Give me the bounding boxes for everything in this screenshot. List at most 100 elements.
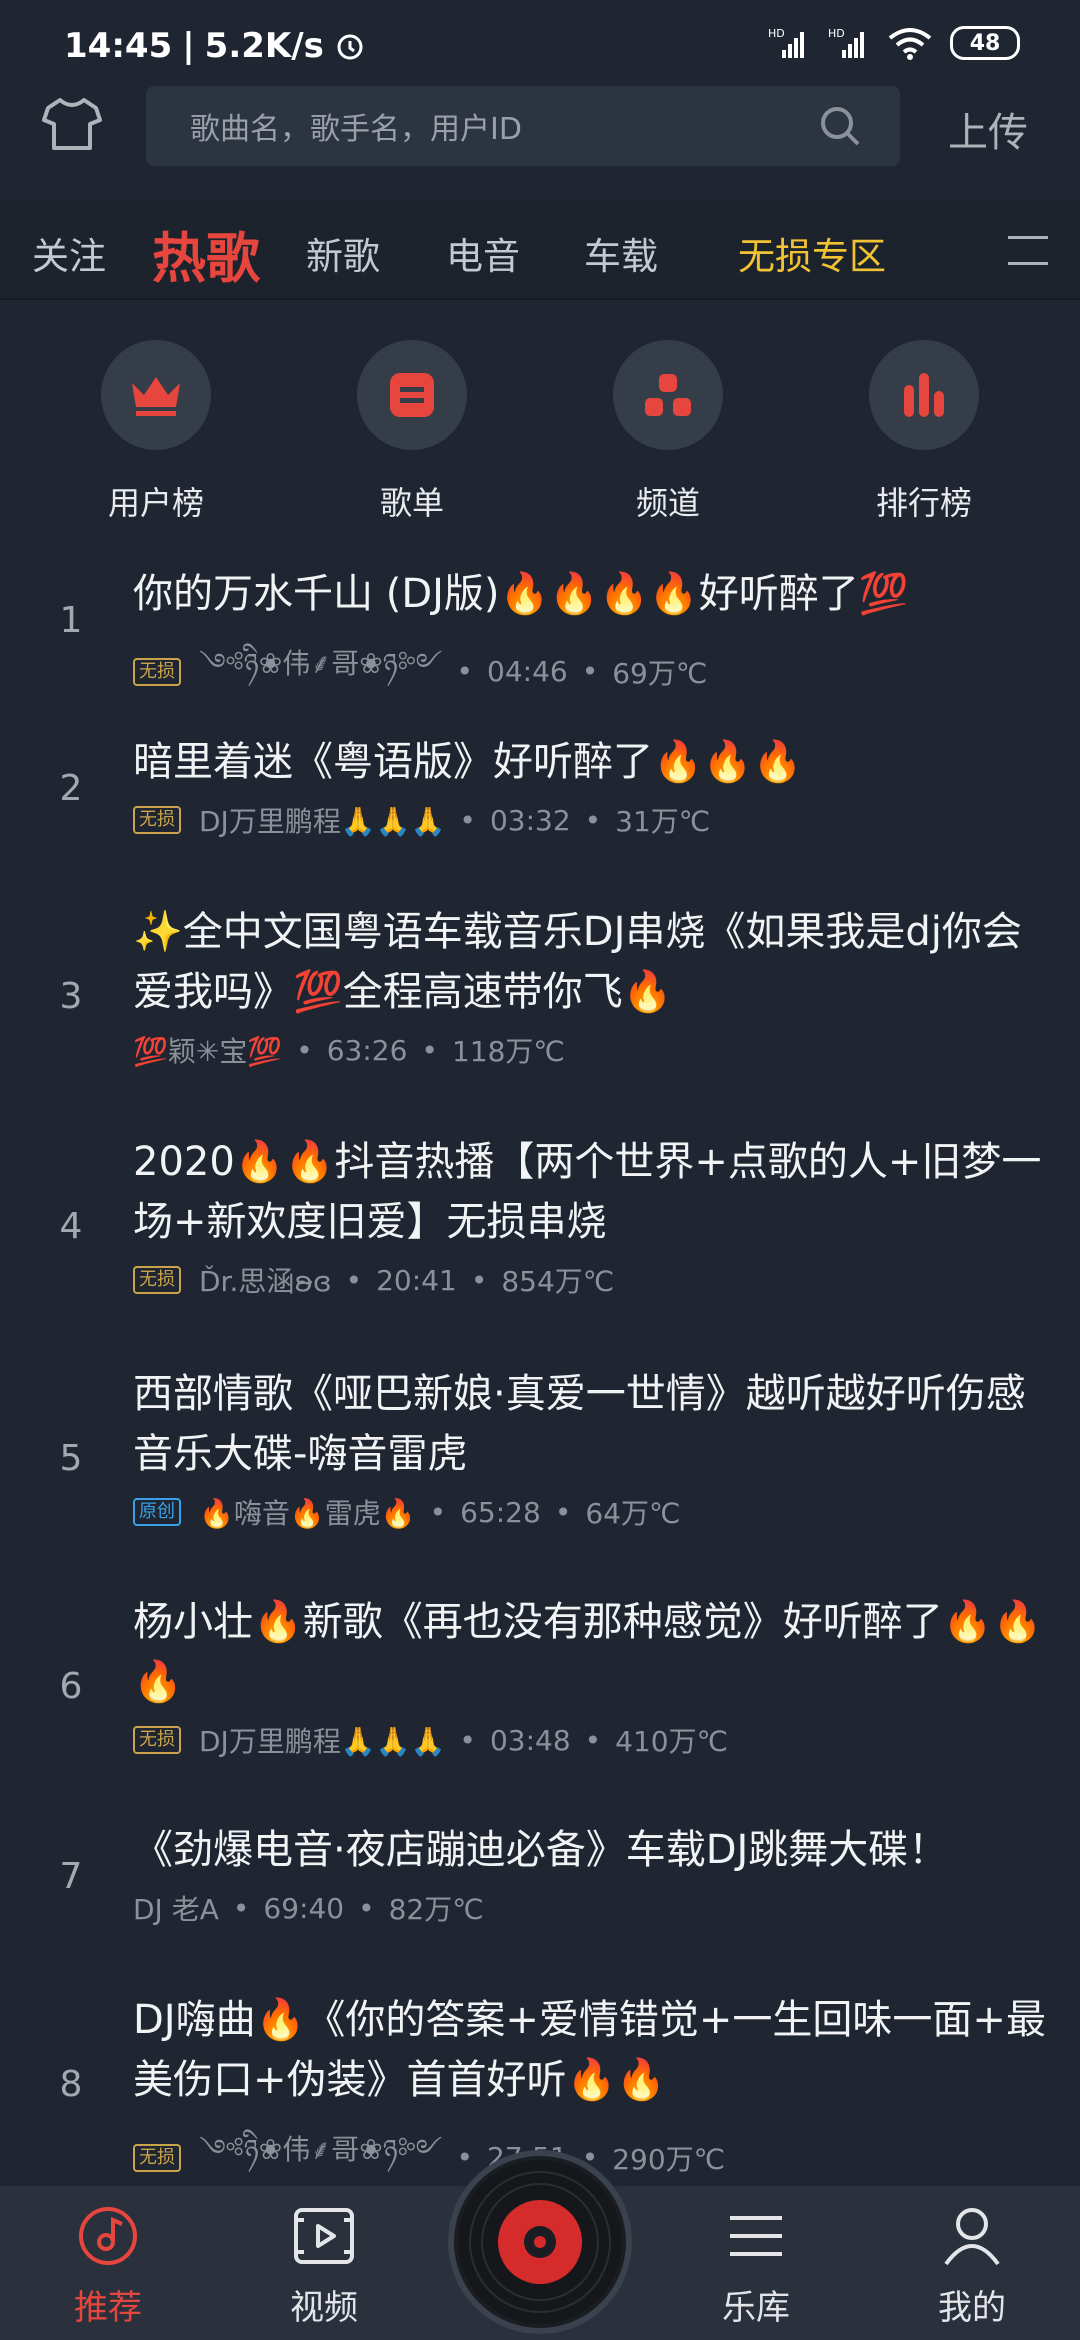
meta-dot: •	[296, 1033, 313, 1067]
nav-library[interactable]: 乐库	[686, 2186, 826, 2329]
status-bar: 14:45 | 5.2K/s HD HD 48	[0, 0, 1080, 90]
song-duration: 63:26	[326, 1033, 408, 1067]
song-row-1[interactable]: 1 你的万水千山 (DJ版)🔥🔥🔥🔥好听醉了💯 无损 ༺ཉི❀伟⸙哥❀ཉ༻ • …	[0, 560, 1080, 690]
song-row-2[interactable]: 2 暗里着迷《粤语版》好听醉了🔥🔥🔥 无损 DJ万里鹏程🙏🙏🙏 • 03:32 …	[0, 732, 1080, 852]
meta-dot: •	[421, 1033, 438, 1067]
song-row-4[interactable]: 4 2020🔥🔥抖音热播【两个世界+点歌的人+旧梦一场+新欢度旧爱】无损串烧 无…	[0, 1132, 1080, 1322]
meta-dot: •	[232, 1891, 250, 1925]
tshirt-icon[interactable]	[42, 96, 102, 152]
meta-dot: •	[456, 655, 473, 688]
song-plays: 854万℃	[501, 1265, 615, 1298]
music-disc-icon	[79, 2207, 137, 2265]
status-time: 14:45	[64, 26, 173, 66]
song-meta: 无损 DJ万里鹏程🙏🙏🙏 • 03:32 • 31万℃	[133, 800, 710, 840]
quick-channel[interactable]: 频道	[588, 340, 748, 524]
quick-circle	[869, 340, 979, 450]
meta-dot: •	[358, 1891, 375, 1925]
quick-circle	[357, 340, 467, 450]
search-icon[interactable]	[818, 104, 862, 148]
song-meta: 原创 🔥嗨音🔥雷虎🔥 • 65:28 • 64万℃	[133, 1492, 680, 1532]
song-plays: 410万℃	[615, 1725, 729, 1758]
tab-hot-songs[interactable]: 热歌	[152, 214, 260, 293]
tab-electronic[interactable]: 电音	[446, 226, 520, 280]
tab-follow[interactable]: 关注	[32, 226, 106, 280]
song-plays: 64万℃	[585, 1497, 681, 1530]
status-right: HD HD 48	[768, 26, 1020, 60]
user-icon	[944, 2208, 1000, 2266]
song-plays: 290万℃	[612, 2142, 726, 2176]
signal-icon: HD	[768, 27, 804, 58]
song-title: 2020🔥🔥抖音热播【两个世界+点歌的人+旧梦一场+新欢度旧爱】无损串烧	[133, 1139, 1042, 1245]
song-artist: ༺ཉི❀伟⸙哥❀ཉ༻	[199, 647, 443, 680]
quick-label: 频道	[635, 484, 700, 522]
alarm-icon	[337, 34, 363, 60]
song-plays: 118万℃	[451, 1035, 565, 1068]
nav-recommend[interactable]: 推荐	[38, 2186, 178, 2329]
song-artist: DJ万里鹏程🙏🙏🙏	[199, 1725, 446, 1758]
song-rank: 2	[59, 768, 83, 809]
lossless-badge: 无损	[133, 1726, 181, 1754]
song-plays: 31万℃	[615, 805, 711, 838]
status-speed: 5.2K/s	[204, 26, 324, 66]
wifi-icon	[888, 28, 932, 60]
nav-label: 我的	[938, 2288, 1006, 2328]
quick-circle	[613, 340, 723, 450]
svg-text:HD: HD	[768, 27, 785, 40]
song-title: 杨小壮🔥新歌《再也没有那种感觉》好听醉了🔥🔥🔥	[133, 1599, 1043, 1705]
now-playing-disc[interactable]	[448, 2150, 632, 2334]
status-left: 14:45 | 5.2K/s	[64, 26, 366, 66]
song-artist: 🔥嗨音🔥雷虎🔥	[199, 1497, 416, 1530]
song-plays: 69万℃	[612, 656, 708, 690]
video-icon	[294, 2208, 354, 2264]
quick-ranking[interactable]: 排行榜	[844, 340, 1004, 524]
song-title: 暗里着迷《粤语版》好听醉了🔥🔥🔥	[133, 739, 803, 785]
nav-label: 视频	[290, 2288, 358, 2328]
quick-label: 排行榜	[875, 484, 972, 522]
song-row-5[interactable]: 5 西部情歌《哑巴新娘·真爱一世情》越听越好听伤感音乐大碟-嗨音雷虎 原创 🔥嗨…	[0, 1364, 1080, 1554]
category-tabs: 关注 热歌 新歌 电音 车载 无损专区	[0, 200, 1080, 300]
nav-video[interactable]: 视频	[254, 2186, 394, 2329]
lossless-badge: 无损	[133, 657, 181, 686]
song-artist: 💯颖✳宝💯	[133, 1035, 283, 1068]
song-title: 你的万水千山 (DJ版)🔥🔥🔥🔥好听醉了💯	[133, 571, 909, 617]
tab-car[interactable]: 车载	[584, 226, 658, 280]
nav-label: 乐库	[722, 2288, 790, 2328]
lossless-badge: 无损	[133, 1266, 181, 1294]
song-row-6[interactable]: 6 杨小壮🔥新歌《再也没有那种感觉》好听醉了🔥🔥🔥 无损 DJ万里鹏程🙏🙏🙏 •…	[0, 1592, 1080, 1782]
search-box[interactable]: 歌曲名，歌手名，用户ID	[146, 86, 900, 166]
song-rank: 7	[59, 1856, 83, 1897]
song-duration: 04:46	[487, 655, 568, 688]
song-duration: 03:48	[489, 1723, 571, 1757]
playlist-icon	[390, 373, 434, 417]
meta-dot: •	[459, 803, 476, 837]
song-title: ✨全中文国粤语车载音乐DJ串烧《如果我是dj你会爱我吗》💯全程高速带你飞🔥	[133, 909, 1022, 1015]
nav-label: 推荐	[74, 2288, 142, 2328]
song-duration: 65:28	[460, 1495, 541, 1529]
nav-mine[interactable]: 我的	[902, 2186, 1042, 2329]
chart-icon	[904, 373, 944, 417]
song-meta: 无损 Ďr.思涵ʚ̴ɞ • 20:41 • 854万℃	[133, 1260, 614, 1300]
song-meta: DJ 老A • 69:40 • 82万℃	[133, 1888, 484, 1928]
song-artist: DJ万里鹏程🙏🙏🙏	[199, 805, 446, 838]
upload-button[interactable]: 上传	[948, 100, 1028, 158]
meta-dot: •	[584, 803, 602, 837]
channel-icon	[645, 374, 691, 416]
original-badge: 原创	[133, 1498, 181, 1526]
menu-icon[interactable]	[1008, 232, 1048, 266]
song-row-3[interactable]: 3 ✨全中文国粤语车载音乐DJ串烧《如果我是dj你会爱我吗》💯全程高速带你飞🔥 …	[0, 902, 1080, 1092]
tab-new-songs[interactable]: 新歌	[306, 226, 380, 280]
meta-dot: •	[459, 1723, 476, 1757]
meta-dot: •	[429, 1495, 447, 1529]
lossless-badge: 无损	[133, 806, 181, 834]
quick-playlist[interactable]: 歌单	[332, 340, 492, 524]
meta-dot: •	[345, 1263, 363, 1297]
song-title: 西部情歌《哑巴新娘·真爱一世情》越听越好听伤感音乐大碟-嗨音雷虎	[133, 1371, 1026, 1477]
meta-dot: •	[470, 1263, 488, 1297]
song-row-7[interactable]: 7 《劲爆电音·夜店蹦迪必备》车载DJ跳舞大碟！ DJ 老A • 69:40 •…	[0, 1820, 1080, 1940]
meta-dot: •	[581, 655, 599, 688]
search-placeholder: 歌曲名，歌手名，用户ID	[190, 112, 522, 147]
song-duration: 69:40	[263, 1891, 345, 1925]
quick-user-chart[interactable]: 用户榜	[76, 340, 236, 524]
tab-lossless[interactable]: 无损专区	[738, 226, 886, 280]
quick-entries: 用户榜 歌单 频道 排行榜	[0, 340, 1080, 522]
